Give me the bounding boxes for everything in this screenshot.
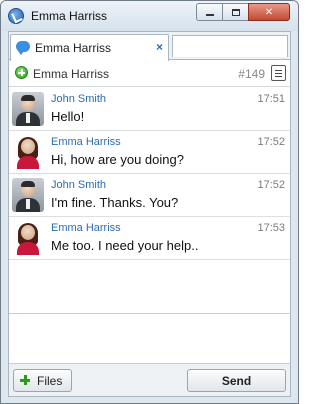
message-sender: John Smith <box>51 179 107 191</box>
message-sender: John Smith <box>51 93 107 105</box>
app-logo-icon <box>8 8 24 24</box>
send-button[interactable]: Send <box>187 369 286 392</box>
window-title: Emma Harriss <box>31 9 108 23</box>
ticket-number: #149 <box>238 67 265 81</box>
tab-label: Emma Harriss <box>35 41 112 55</box>
tab-strip: Emma Harriss × <box>9 32 290 61</box>
close-window-button[interactable]: ✕ <box>248 3 290 21</box>
message-text: I'm fine. Thanks. You? <box>51 195 179 210</box>
new-tab-area[interactable] <box>172 35 288 57</box>
message-sender: Emma Harriss <box>51 222 121 234</box>
avatar <box>12 221 44 255</box>
title-bar[interactable]: Emma Harriss ✕ <box>1 1 298 31</box>
message-text: Hello! <box>51 109 85 124</box>
message-input[interactable] <box>9 313 290 365</box>
maximize-button[interactable] <box>222 3 248 21</box>
contact-header: Emma Harriss #149 <box>9 61 290 87</box>
avatar <box>12 135 44 169</box>
bottom-toolbar: Files Send <box>9 363 290 396</box>
minimize-icon <box>205 14 214 16</box>
files-button[interactable]: Files <box>13 369 72 392</box>
window-controls: ✕ <box>196 3 290 21</box>
message-time: 17:52 <box>257 179 285 191</box>
message-text: Me too. I need your help.. <box>51 238 199 253</box>
contact-name: Emma Harriss <box>33 67 110 81</box>
tab-close-icon[interactable]: × <box>156 40 163 54</box>
message-text: Hi, how are you doing? <box>51 152 184 167</box>
plus-icon <box>20 375 30 385</box>
files-button-label: Files <box>37 374 63 388</box>
chat-window: Emma Harriss ✕ Emma Harriss × Emma Harri… <box>0 0 299 404</box>
message-sender: Emma Harriss <box>51 136 121 148</box>
message-row: John Smith 17:52 I'm fine. Thanks. You? <box>9 174 290 217</box>
maximize-icon <box>231 8 240 16</box>
online-status-icon <box>15 66 28 79</box>
message-time: 17:52 <box>257 136 285 148</box>
close-icon: ✕ <box>264 6 274 18</box>
message-time: 17:51 <box>257 93 285 105</box>
chat-client-area: Emma Harriss × Emma Harriss #149 John Sm… <box>8 31 291 397</box>
chat-bubble-icon <box>16 41 30 55</box>
message-row: John Smith 17:51 Hello! <box>9 88 290 131</box>
avatar <box>12 178 44 212</box>
details-list-icon[interactable] <box>271 65 286 81</box>
message-row: Emma Harriss 17:53 Me too. I need your h… <box>9 217 290 260</box>
tab-emma-harriss[interactable]: Emma Harriss × <box>10 34 169 61</box>
message-row: Emma Harriss 17:52 Hi, how are you doing… <box>9 131 290 174</box>
minimize-button[interactable] <box>196 3 222 21</box>
message-time: 17:53 <box>257 222 285 234</box>
avatar <box>12 92 44 126</box>
